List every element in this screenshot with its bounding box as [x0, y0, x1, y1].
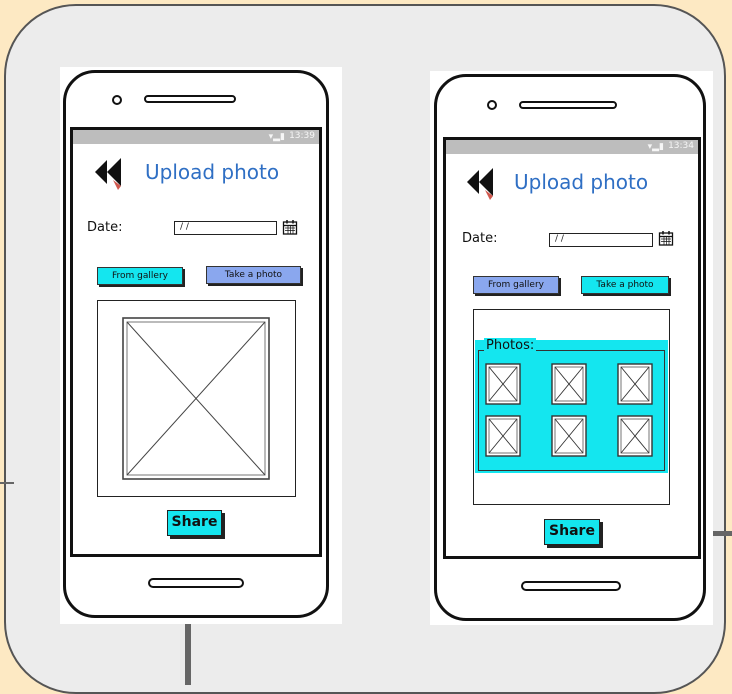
home-button[interactable]	[521, 581, 621, 591]
back-icon[interactable]	[91, 156, 129, 192]
share-button[interactable]: Share	[544, 519, 600, 545]
photo-thumbnail-icon[interactable]	[617, 415, 653, 457]
calendar-icon[interactable]	[282, 219, 298, 235]
left-wireframe-panel: ▾▂▮ 13:39 Upload photo Date: / / From ga…	[60, 67, 342, 624]
image-placeholder-icon	[122, 317, 270, 480]
date-label: Date:	[462, 231, 498, 246]
status-icons: ▾▂▮	[268, 132, 285, 142]
status-time: 13:39	[289, 131, 315, 141]
back-icon[interactable]	[463, 166, 501, 202]
photos-container: Photos:	[473, 309, 670, 505]
photos-label: Photos:	[484, 338, 537, 353]
photo-thumbnail-icon[interactable]	[551, 363, 587, 405]
photo-preview-frame	[97, 300, 296, 497]
take-photo-button[interactable]: Take a photo	[206, 266, 301, 284]
status-time: 13:34	[668, 141, 694, 151]
date-input[interactable]: / /	[174, 221, 277, 235]
camera-icon	[112, 95, 122, 105]
status-bar: ▾▂▮ 13:39	[73, 130, 319, 144]
phone-frame: ▾▂▮ 13:39 Upload photo Date: / / From ga…	[63, 70, 329, 618]
share-button[interactable]: Share	[167, 510, 222, 536]
date-input[interactable]: / /	[549, 233, 653, 247]
date-label: Date:	[87, 220, 123, 235]
speaker-slot	[144, 95, 236, 103]
phone-frame: ▾▂▮ 13:34 Upload photo Date: / / From ga…	[434, 74, 706, 621]
photo-thumbnail-icon[interactable]	[485, 363, 521, 405]
left-connector-arrow	[0, 482, 14, 484]
phone-screen: ▾▂▮ 13:39 Upload photo Date: / / From ga…	[70, 127, 322, 557]
photo-thumbnail-icon[interactable]	[551, 415, 587, 457]
camera-icon	[487, 100, 497, 110]
page-title: Upload photo	[145, 160, 280, 184]
photo-thumbnail-icon[interactable]	[485, 415, 521, 457]
photo-thumbnail-icon[interactable]	[617, 363, 653, 405]
right-wireframe-panel: ▾▂▮ 13:34 Upload photo Date: / / From ga…	[430, 71, 713, 625]
calendar-icon[interactable]	[658, 230, 674, 246]
take-photo-button[interactable]: Take a photo	[581, 276, 669, 294]
home-button[interactable]	[148, 578, 244, 588]
phone-screen: ▾▂▮ 13:34 Upload photo Date: / / From ga…	[443, 137, 701, 559]
speaker-slot	[519, 101, 617, 109]
from-gallery-button[interactable]: From gallery	[97, 267, 183, 285]
status-icons: ▾▂▮	[647, 142, 664, 152]
page-title: Upload photo	[514, 170, 649, 194]
status-bar: ▾▂▮ 13:34	[446, 140, 698, 154]
from-gallery-button[interactable]: From gallery	[473, 276, 559, 294]
